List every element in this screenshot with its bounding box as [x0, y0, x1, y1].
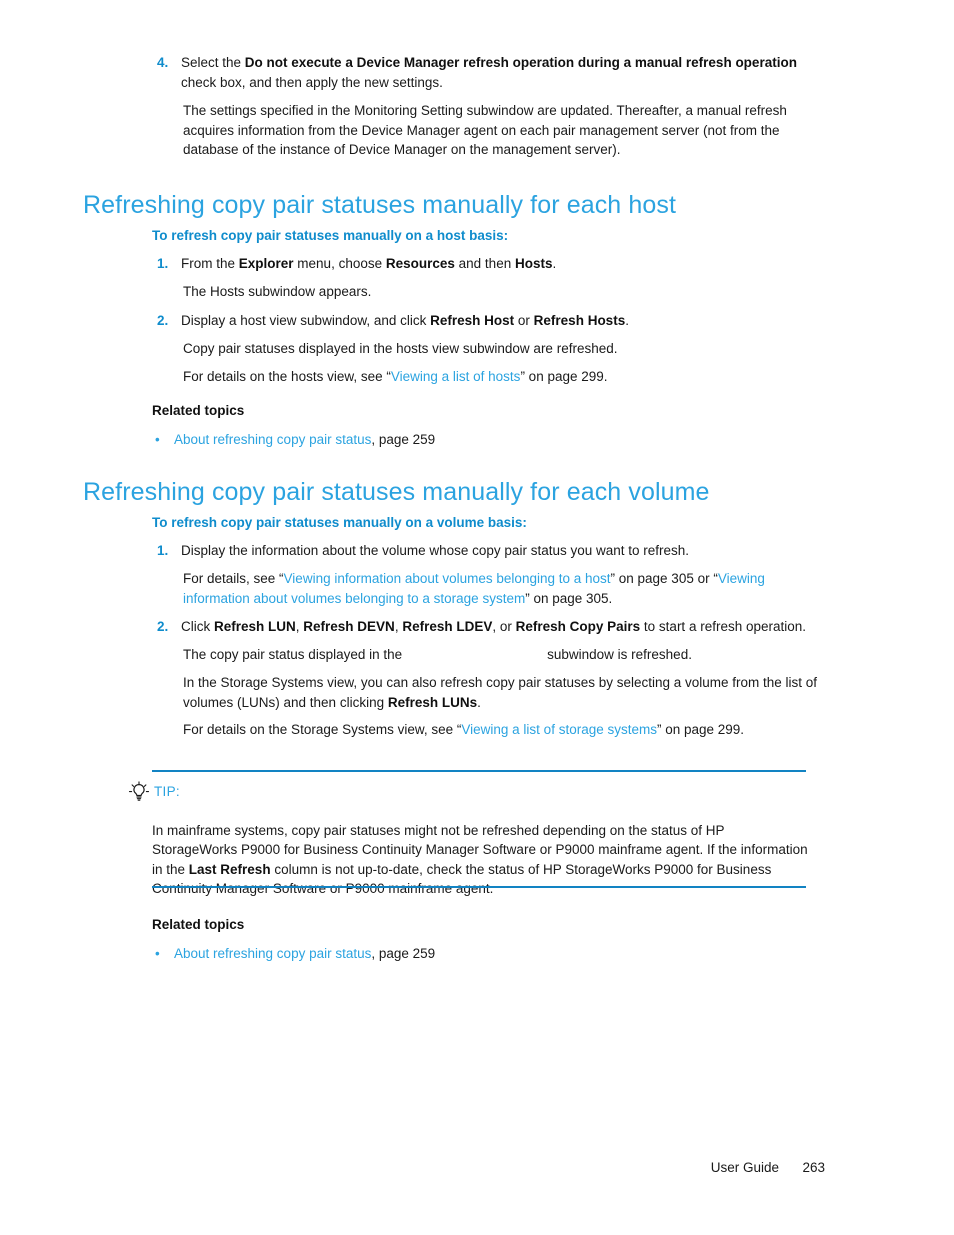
bullet-icon: •: [155, 946, 160, 961]
button-refresh-ldev: Refresh LDEV: [402, 619, 493, 634]
step4-bold-checkbox-label: Do not execute a Device Manager refresh …: [244, 55, 797, 70]
step-text: Display the information about the volume…: [181, 543, 690, 558]
tip-lightbulb-icon: [128, 781, 150, 803]
step4-result-paragraph: The settings specified in the Monitoring…: [183, 103, 787, 157]
tip-label: TIP:: [154, 784, 180, 799]
step-text: Click Refresh LUN, Refresh DEVN, Refresh…: [181, 617, 835, 637]
step-number: 4.: [157, 55, 169, 70]
related-topic-entry: About refreshing copy pair status, page …: [174, 944, 435, 964]
button-refresh-luns: Refresh LUNs: [387, 694, 478, 710]
volume-step2-result: The copy pair status displayed in the sub…: [183, 645, 832, 665]
page-title-host-section: Refreshing copy pair statuses manually f…: [83, 191, 677, 219]
button-refresh-copy-pairs: Refresh Copy Pairs: [515, 619, 641, 634]
related-topic-list-item-host: • About refreshing copy pair status, pag…: [155, 430, 830, 450]
volume-step2-note: In the Storage Systems view, you can als…: [183, 673, 832, 712]
column-last-refresh: Last Refresh: [188, 861, 271, 877]
volume-step-item-1: 1. Display the information about the vol…: [155, 541, 830, 561]
tip-bottom-divider: [152, 886, 806, 888]
related-topics-title-host: Related topics: [152, 403, 245, 418]
volume-step-item-2: 2. Click Refresh LUN, Refresh DEVN, Refr…: [155, 617, 835, 637]
step-item-4: 4. Select the Do not execute a Device Ma…: [155, 53, 830, 92]
link-viewing-info-volumes-host[interactable]: Viewing information about volumes belong…: [284, 571, 611, 586]
link-about-refreshing-copy-pair-status[interactable]: About refreshing copy pair status: [174, 946, 371, 961]
menu-hosts: Hosts: [514, 256, 553, 271]
button-refresh-hosts: Refresh Hosts: [533, 313, 626, 328]
host-step1-mid1: menu, choose: [293, 256, 386, 271]
host-step1-pre: From the: [181, 256, 239, 271]
volume-result-pre: The copy pair status displayed in the: [183, 647, 403, 662]
host-step-item-2: 2. Display a host view subwindow, and cl…: [155, 311, 830, 331]
related-topic-list-item-volume: • About refreshing copy pair status, pag…: [155, 944, 830, 964]
volume-details-pre: For details, see “: [183, 571, 284, 586]
footer-guide-label: User Guide: [710, 1160, 779, 1175]
page-title-volume-section: Refreshing copy pair statuses manually f…: [83, 478, 710, 506]
host-step2-post: .: [625, 313, 629, 328]
button-refresh-host: Refresh Host: [430, 313, 515, 328]
button-refresh-lun: Refresh LUN: [214, 619, 296, 634]
related-topic-page: , page 259: [371, 432, 436, 447]
tip-top-divider: [152, 770, 806, 772]
volume-note-pre: In the Storage Systems view, you can als…: [183, 675, 818, 710]
volume-step1-details: For details, see “Viewing information ab…: [183, 569, 832, 608]
step4-text-post: check box, and then apply the new settin…: [181, 74, 443, 90]
link-viewing-a-list-of-storage-systems[interactable]: Viewing a list of storage systems: [461, 722, 657, 737]
step-text: Select the Do not execute a Device Manag…: [181, 53, 830, 92]
link-about-refreshing-copy-pair-status[interactable]: About refreshing copy pair status: [174, 432, 371, 447]
subheading-host-basis: To refresh copy pair statuses manually o…: [152, 228, 509, 243]
step-number: 1.: [157, 543, 169, 558]
volume-result-post: subwindow is refreshed.: [547, 647, 692, 662]
related-topic-entry: About refreshing copy pair status, page …: [174, 430, 435, 450]
menu-explorer: Explorer: [238, 256, 294, 271]
related-topic-page: , page 259: [371, 946, 436, 961]
menu-resources: Resources: [385, 256, 455, 271]
host-step2-details: For details on the hosts view, see “View…: [183, 367, 831, 387]
step-text: Display a host view subwindow, and click…: [181, 311, 830, 331]
bullet-icon: •: [155, 432, 160, 447]
document-page: 4. Select the Do not execute a Device Ma…: [0, 0, 954, 1235]
sep3: , or: [492, 619, 516, 634]
host-step1-post: .: [552, 256, 557, 271]
volume-step2-post: to start a refresh operation.: [640, 619, 807, 634]
button-refresh-devn: Refresh DEVN: [303, 619, 395, 634]
volume-sys-details-post: ” on page 299.: [656, 722, 745, 737]
volume-step2-details: For details on the Storage Systems view,…: [183, 720, 832, 740]
host-step-item-1: 1. From the Explorer menu, choose Resour…: [155, 254, 830, 274]
link-viewing-a-list-of-hosts[interactable]: Viewing a list of hosts: [391, 369, 521, 384]
volume-details-post: ” on page 305.: [525, 590, 613, 606]
host-step1-result: The Hosts subwindow appears.: [183, 284, 372, 299]
volume-note-post: .: [477, 694, 481, 710]
host-step2-mid: or: [514, 313, 534, 328]
host-details-pre: For details on the hosts view, see “: [183, 369, 391, 384]
volume-step2-pre: Click: [181, 619, 214, 634]
tip-bottom-divider-wrap: [152, 886, 806, 888]
step-number: 1.: [157, 256, 169, 271]
host-step2-result: Copy pair statuses displayed in the host…: [183, 341, 618, 356]
step-text: From the Explorer menu, choose Resources…: [181, 254, 830, 274]
related-topics-title-volume: Related topics: [152, 917, 245, 932]
tip-callout: [152, 770, 806, 772]
host-step1-mid2: and then: [454, 256, 515, 271]
host-details-post: ” on page 299.: [520, 369, 608, 384]
host-step2-pre: Display a host view subwindow, and click: [181, 313, 431, 328]
page-footer: User Guide 263: [0, 1160, 954, 1175]
step4-text-pre: Select the: [181, 55, 245, 70]
volume-sys-details-pre: For details on the Storage Systems view,…: [183, 722, 462, 737]
step-number: 2.: [157, 313, 169, 328]
step-number: 2.: [157, 619, 169, 634]
footer-page-number: 263: [802, 1160, 825, 1175]
subheading-volume-basis: To refresh copy pair statuses manually o…: [152, 515, 527, 530]
volume-details-mid: ” on page 305 or “: [610, 571, 718, 586]
